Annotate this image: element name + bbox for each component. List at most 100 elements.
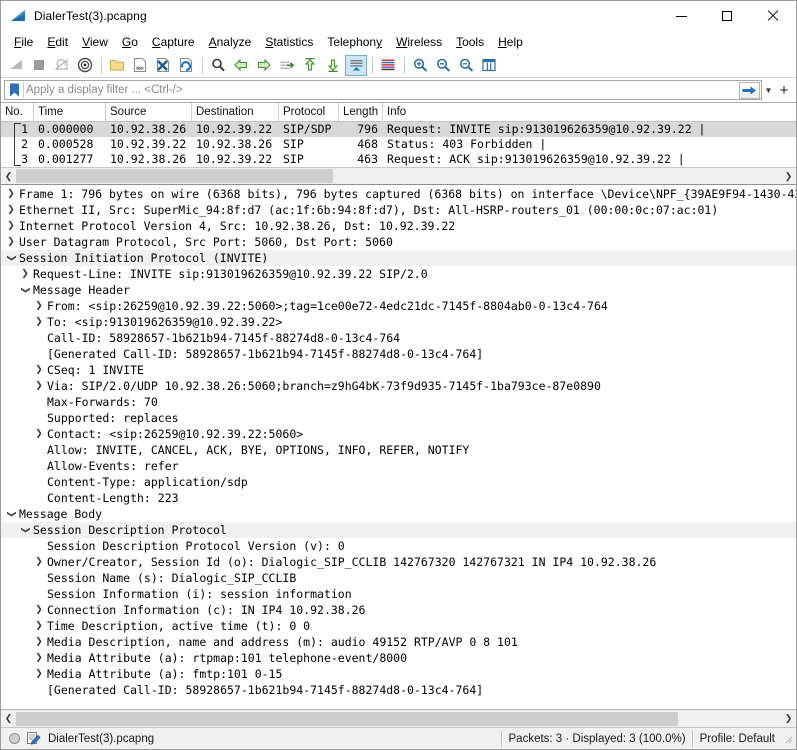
- detail-tree-row[interactable]: ❯ To: <sip:913019626359@10.92.39.22>: [1, 314, 796, 330]
- chevron-left-icon[interactable]: ❮: [1, 711, 16, 726]
- detail-tree-row[interactable]: ❯ Message Body: [1, 506, 796, 522]
- colorize-icon[interactable]: [377, 55, 399, 76]
- column-header-no[interactable]: No.: [1, 103, 34, 121]
- menu-tools[interactable]: Tools: [449, 32, 491, 52]
- go-to-first-icon[interactable]: [299, 55, 321, 76]
- detail-tree-row[interactable]: Call-ID: 58928657-1b621b94-7145f-88274d8…: [1, 330, 796, 346]
- column-header-time[interactable]: Time: [34, 103, 106, 121]
- detail-tree-row[interactable]: ❯ Contact: <sip:26259@10.92.39.22:5060>: [1, 426, 796, 442]
- scrollbar-track[interactable]: [16, 711, 781, 726]
- detail-tree-row[interactable]: ❯ Session Initiation Protocol (INVITE): [1, 250, 796, 266]
- go-forward-icon[interactable]: [253, 55, 275, 76]
- save-file-icon[interactable]: 000: [129, 55, 151, 76]
- restart-capture-icon[interactable]: [51, 55, 73, 76]
- detail-tree-row[interactable]: ❯ Session Description Protocol: [1, 522, 796, 538]
- detail-tree-row[interactable]: ❯ User Datagram Protocol, Src Port: 5060,…: [1, 234, 796, 250]
- chevron-right-icon[interactable]: ❯: [33, 362, 45, 378]
- chevron-right-icon[interactable]: ❯: [33, 426, 45, 442]
- detail-tree-row[interactable]: Session Information (i): session informa…: [1, 586, 796, 602]
- zoom-in-icon[interactable]: [409, 55, 431, 76]
- chevron-right-icon[interactable]: ❯: [33, 298, 45, 314]
- apply-filter-arrow-icon[interactable]: [739, 81, 760, 99]
- go-back-icon[interactable]: [230, 55, 252, 76]
- detail-tree-row[interactable]: Content-Length: 223: [1, 490, 796, 506]
- column-header-destination[interactable]: Destination: [192, 103, 279, 121]
- detail-tree-row[interactable]: ❯ Ethernet II, Src: SuperMic_94:8f:d7 (ac…: [1, 202, 796, 218]
- expert-info-circle-icon[interactable]: [9, 733, 20, 744]
- detail-tree-row[interactable]: ❯ From: <sip:26259@10.92.39.22:5060>;tag=…: [1, 298, 796, 314]
- detail-tree-row[interactable]: ❯ Time Description, active time (t): 0 0: [1, 618, 796, 634]
- menu-analyze[interactable]: Analyze: [202, 32, 259, 52]
- detail-tree-row[interactable]: ❯ Via: SIP/2.0/UDP 10.92.38.26:5060;branc…: [1, 378, 796, 394]
- detail-tree-row[interactable]: ❯ Internet Protocol Version 4, Src: 10.92…: [1, 218, 796, 234]
- find-packet-icon[interactable]: [207, 55, 229, 76]
- table-row[interactable]: 1 0.000000 10.92.38.26 10.92.39.22 SIP/S…: [1, 122, 796, 137]
- filter-box[interactable]: [4, 80, 762, 100]
- detail-tree-row[interactable]: ❯ CSeq: 1 INVITE: [1, 362, 796, 378]
- scrollbar-thumb[interactable]: [16, 169, 334, 183]
- resize-grip-icon[interactable]: [783, 734, 793, 744]
- detail-tree-row[interactable]: Allow: INVITE, CANCEL, ACK, BYE, OPTIONS…: [1, 442, 796, 458]
- detail-tree-row[interactable]: Content-Type: application/sdp: [1, 474, 796, 490]
- chevron-right-icon[interactable]: ❯: [33, 602, 45, 618]
- menu-file[interactable]: File: [7, 32, 40, 52]
- resize-columns-icon[interactable]: [478, 55, 500, 76]
- menu-statistics[interactable]: Statistics: [258, 32, 320, 52]
- capture-options-icon[interactable]: [74, 55, 96, 76]
- chevron-right-icon[interactable]: ❯: [33, 378, 45, 394]
- column-header-source[interactable]: Source: [106, 103, 192, 121]
- chevron-right-icon[interactable]: ❯: [19, 266, 31, 282]
- zoom-out-icon[interactable]: [432, 55, 454, 76]
- maximize-button[interactable]: [704, 1, 750, 31]
- detail-tree-row[interactable]: ❯ Request-Line: INVITE sip:913019626359@1…: [1, 266, 796, 282]
- detail-tree-row[interactable]: ❯ Media Attribute (a): rtpmap:101 telepho…: [1, 650, 796, 666]
- detail-tree-row[interactable]: [Generated Call-ID: 58928657-1b621b94-71…: [1, 346, 796, 362]
- chevron-down-icon[interactable]: ❯: [3, 508, 19, 520]
- scrollbar-thumb[interactable]: [16, 711, 678, 726]
- go-to-packet-icon[interactable]: [276, 55, 298, 76]
- chevron-left-icon[interactable]: ❮: [1, 169, 16, 184]
- menu-view[interactable]: View: [75, 32, 115, 52]
- detail-tree-row[interactable]: [Generated Call-ID: 58928657-1b621b94-71…: [1, 682, 796, 698]
- detail-tree-row[interactable]: Session Description Protocol Version (v)…: [1, 538, 796, 554]
- table-row[interactable]: 2 0.000528 10.92.39.22 10.92.38.26 SIP 4…: [1, 137, 796, 152]
- detail-tree-row[interactable]: ❯ Connection Information (c): IN IP4 10.9…: [1, 602, 796, 618]
- chevron-down-icon[interactable]: ▼: [762, 81, 775, 99]
- minimize-button[interactable]: [658, 1, 704, 31]
- zoom-reset-icon[interactable]: [455, 55, 477, 76]
- chevron-right-icon[interactable]: ❯: [5, 218, 17, 234]
- chevron-down-icon[interactable]: ❯: [17, 284, 33, 296]
- detail-tree-row[interactable]: Supported: replaces: [1, 410, 796, 426]
- chevron-right-icon[interactable]: ❯: [33, 650, 45, 666]
- close-button[interactable]: [750, 1, 796, 31]
- capture-comment-icon[interactable]: [26, 731, 41, 746]
- go-to-last-icon[interactable]: [322, 55, 344, 76]
- packet-list-hscrollbar[interactable]: ❮ ❯: [1, 167, 796, 184]
- plus-icon[interactable]: +: [775, 80, 793, 100]
- chevron-right-icon[interactable]: ❯: [781, 169, 796, 184]
- detail-tree-row[interactable]: ❯ Frame 1: 796 bytes on wire (6368 bits),…: [1, 186, 796, 202]
- reload-file-icon[interactable]: [175, 55, 197, 76]
- menu-capture[interactable]: Capture: [145, 32, 202, 52]
- menu-wireless[interactable]: Wireless: [389, 32, 449, 52]
- bookmark-icon[interactable]: [5, 81, 23, 99]
- detail-tree-row[interactable]: Session Name (s): Dialogic_SIP_CCLIB: [1, 570, 796, 586]
- detail-hscrollbar[interactable]: ❮ ❯: [1, 709, 796, 727]
- chevron-right-icon[interactable]: ❯: [5, 234, 17, 250]
- column-header-length[interactable]: Length: [339, 103, 383, 121]
- start-capture-icon[interactable]: [5, 55, 27, 76]
- filter-input[interactable]: [23, 82, 739, 98]
- detail-tree-row[interactable]: ❯ Message Header: [1, 282, 796, 298]
- scrollbar-track[interactable]: [16, 169, 781, 183]
- chevron-right-icon[interactable]: ❯: [781, 711, 796, 726]
- open-file-icon[interactable]: [106, 55, 128, 76]
- detail-tree-row[interactable]: ❯ Media Attribute (a): fmtp:101 0-15: [1, 666, 796, 682]
- detail-tree-row[interactable]: Allow-Events: refer: [1, 458, 796, 474]
- chevron-right-icon[interactable]: ❯: [5, 186, 17, 202]
- detail-tree-row[interactable]: ❯ Media Description, name and address (m)…: [1, 634, 796, 650]
- detail-tree-row[interactable]: Max-Forwards: 70: [1, 394, 796, 410]
- status-profile[interactable]: Profile: Default: [700, 733, 783, 745]
- menu-edit[interactable]: Edit: [40, 32, 75, 52]
- chevron-right-icon[interactable]: ❯: [5, 202, 17, 218]
- chevron-right-icon[interactable]: ❯: [33, 618, 45, 634]
